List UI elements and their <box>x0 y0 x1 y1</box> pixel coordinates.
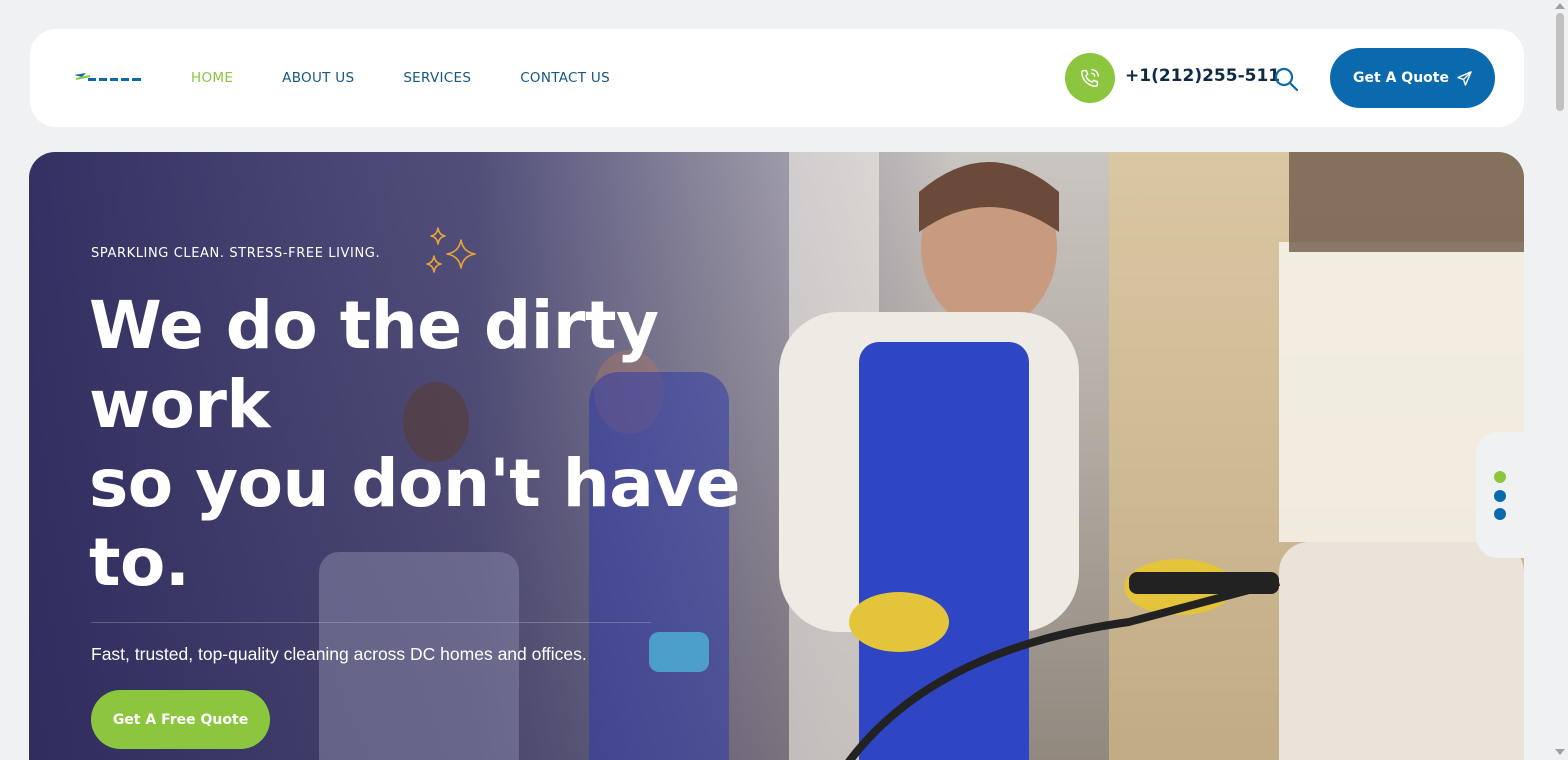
slider-dot-3[interactable] <box>1494 508 1506 520</box>
nav-item-about-us[interactable]: ABOUT US <box>282 70 354 86</box>
hero-headline: We do the dirty work so you don't have t… <box>89 286 809 602</box>
slider-dot-1[interactable] <box>1494 471 1506 483</box>
logo[interactable] <box>72 69 144 87</box>
hero-subtext: Fast, trusted, top-quality cleaning acro… <box>91 644 587 664</box>
nav-item-contact-us[interactable]: CONTACT US <box>520 70 610 86</box>
slider-pagination <box>1476 432 1524 558</box>
main-nav: HOME ABOUT US SERVICES CONTACT US <box>191 29 659 127</box>
page-scrollbar[interactable] <box>1552 0 1568 760</box>
slider-dot-2[interactable] <box>1494 490 1506 502</box>
nav-item-home[interactable]: HOME <box>191 70 233 86</box>
scroll-up-arrow-icon[interactable] <box>1555 3 1565 9</box>
get-a-quote-button[interactable]: Get A Quote <box>1330 48 1495 108</box>
hero-divider <box>91 622 651 623</box>
nav-item-services[interactable]: SERVICES <box>403 70 471 86</box>
hero-headline-line: work <box>89 366 270 443</box>
hero-tagline: SPARKLING CLEAN. STRESS-FREE LIVING. <box>91 246 381 261</box>
phone-button[interactable] <box>1065 53 1115 103</box>
phone-icon <box>1081 69 1099 87</box>
phone-number[interactable]: +1(212)255-511 <box>1125 66 1280 86</box>
hero-headline-line: to. <box>89 524 190 601</box>
search-icon[interactable] <box>1273 66 1299 92</box>
get-a-free-quote-button[interactable]: Get A Free Quote <box>91 690 270 749</box>
scroll-thumb[interactable] <box>1556 13 1564 111</box>
scroll-down-arrow-icon[interactable] <box>1555 749 1565 755</box>
paper-plane-icon <box>1457 70 1472 86</box>
sparkles-icon <box>426 227 476 273</box>
hero-banner: SPARKLING CLEAN. STRESS-FREE LIVING. We … <box>29 152 1524 760</box>
hero-headline-line: We do the dirty <box>89 287 659 364</box>
site-header: HOME ABOUT US SERVICES CONTACT US +1(212… <box>30 29 1524 127</box>
hero-headline-line: so you don't have <box>89 445 741 522</box>
get-a-quote-label: Get A Quote <box>1353 70 1449 86</box>
